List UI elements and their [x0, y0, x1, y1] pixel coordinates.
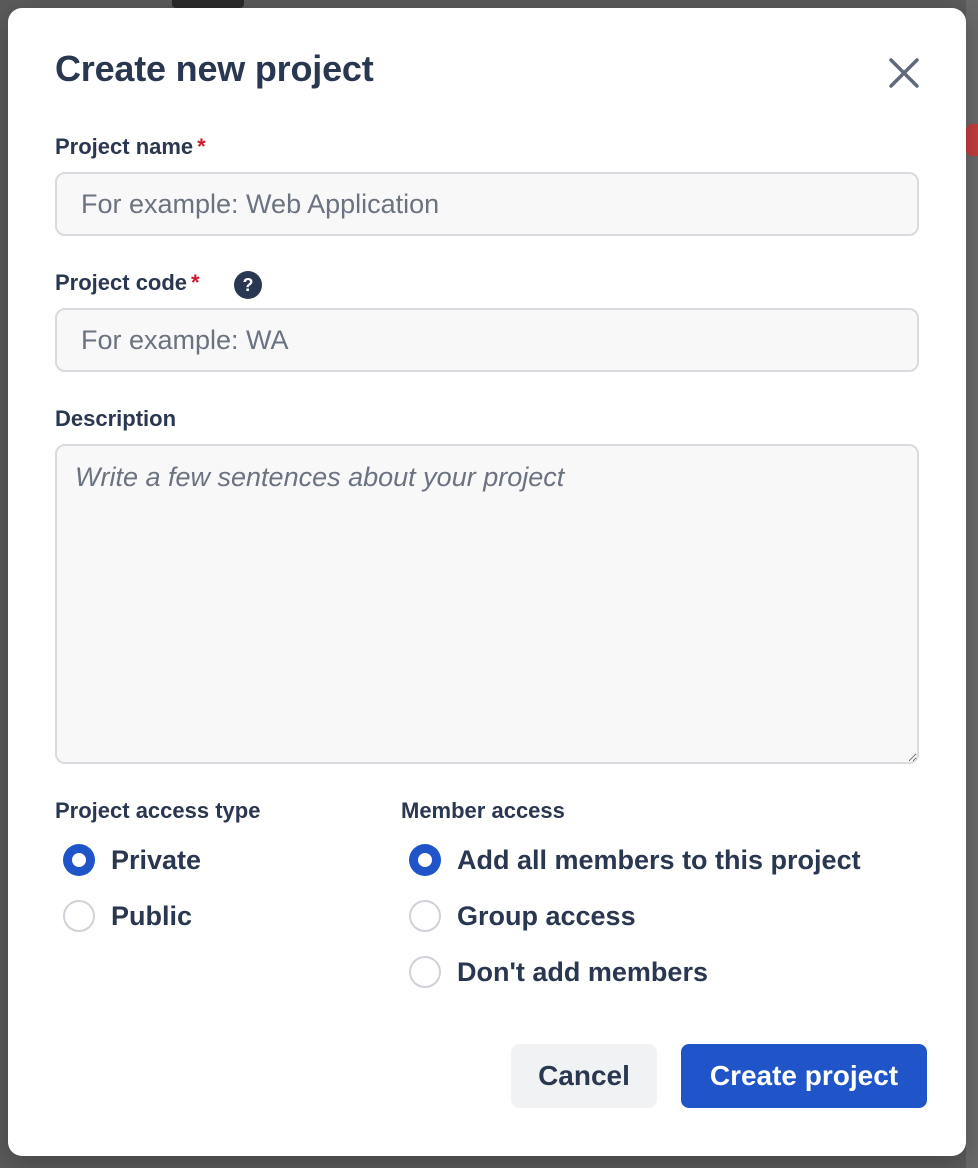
project-code-label-text: Project code [55, 270, 188, 295]
radio-button[interactable] [63, 900, 95, 932]
member-access-option-add-all[interactable]: Add all members to this project [409, 844, 861, 876]
required-mark: * [191, 270, 200, 295]
access-type-option-private[interactable]: Private [63, 844, 201, 876]
cancel-button[interactable]: Cancel [511, 1044, 657, 1108]
access-type-option-public[interactable]: Public [63, 900, 192, 932]
description-textarea[interactable] [55, 444, 919, 764]
description-label: Description [55, 406, 176, 432]
background-app-badge [966, 124, 978, 156]
description-label-text: Description [55, 406, 177, 431]
background-app-chip [172, 0, 244, 8]
member-access-label: Member access [401, 798, 565, 823]
project-code-label: Project code * [55, 270, 200, 296]
create-project-modal: Create new project Project name* Project… [8, 8, 966, 1156]
radio-button-checked[interactable] [63, 844, 95, 876]
project-name-label-text: Project name [55, 134, 194, 159]
required-mark: * [197, 134, 206, 159]
project-name-label: Project name * [55, 134, 206, 160]
member-access-option-group[interactable]: Group access [409, 900, 636, 932]
radio-label: Group access [457, 900, 636, 931]
create-project-button[interactable]: Create project [681, 1044, 927, 1108]
close-button[interactable] [884, 53, 924, 93]
question-mark-icon[interactable]: ? [234, 271, 262, 299]
radio-label: Public [111, 900, 193, 931]
radio-button[interactable] [409, 900, 441, 932]
project-name-input[interactable] [55, 172, 919, 236]
access-type-label: Project access type [55, 798, 261, 823]
background-app-edge [966, 0, 978, 1168]
radio-label: Don't add members [457, 956, 708, 987]
close-icon [889, 58, 919, 88]
modal-title: Create new project [55, 48, 374, 89]
member-access-option-none[interactable]: Don't add members [409, 956, 708, 988]
help-icon-glyph: ? [242, 274, 254, 295]
radio-label: Private [111, 844, 202, 875]
radio-label: Add all members to this project [457, 844, 861, 875]
radio-button-checked[interactable] [409, 844, 441, 876]
project-code-input[interactable] [55, 308, 919, 372]
radio-button[interactable] [409, 956, 441, 988]
